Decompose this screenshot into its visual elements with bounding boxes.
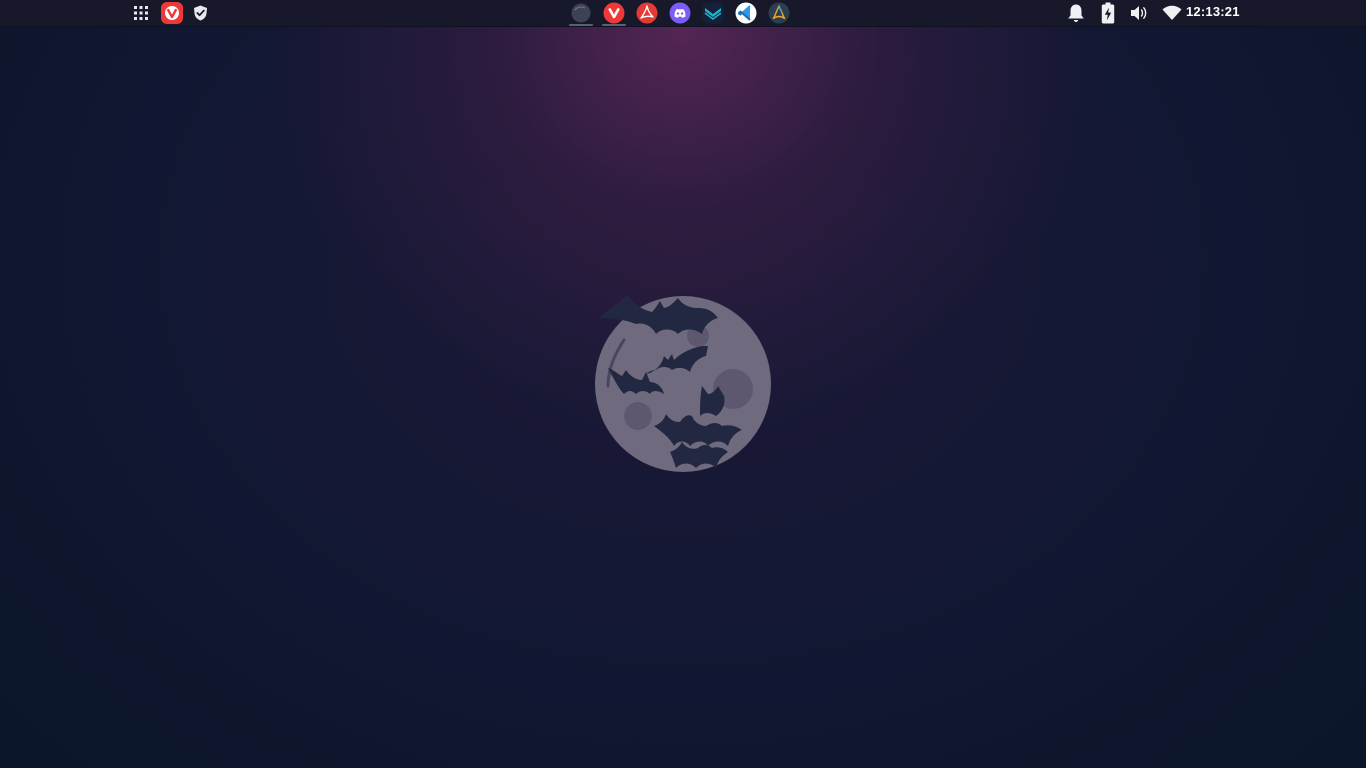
mailspring-icon[interactable] — [700, 0, 726, 26]
volume-icon[interactable] — [1127, 0, 1151, 26]
vscode-icon[interactable] — [733, 0, 759, 26]
clock[interactable]: 12:13:21 — [1186, 0, 1240, 24]
top-panel: 12:13:21 — [0, 0, 1366, 27]
shield-icon[interactable] — [190, 0, 210, 26]
battery-charging-icon[interactable] — [1097, 0, 1119, 26]
app-grid-icon[interactable] — [130, 0, 152, 26]
vivaldi-icon[interactable] — [160, 0, 184, 26]
discord-icon[interactable] — [667, 0, 693, 26]
bat-moon-wallpaper-icon — [590, 290, 780, 480]
running-indicator — [569, 24, 593, 26]
arch-icon[interactable] — [766, 0, 792, 26]
notification-bell-icon[interactable] — [1064, 0, 1088, 26]
running-indicator — [602, 24, 626, 26]
wifi-icon[interactable] — [1160, 0, 1184, 26]
pdf-reader-icon[interactable] — [634, 0, 660, 26]
moon-app-icon[interactable] — [567, 0, 595, 26]
vivaldi-dock-icon[interactable] — [600, 0, 628, 26]
